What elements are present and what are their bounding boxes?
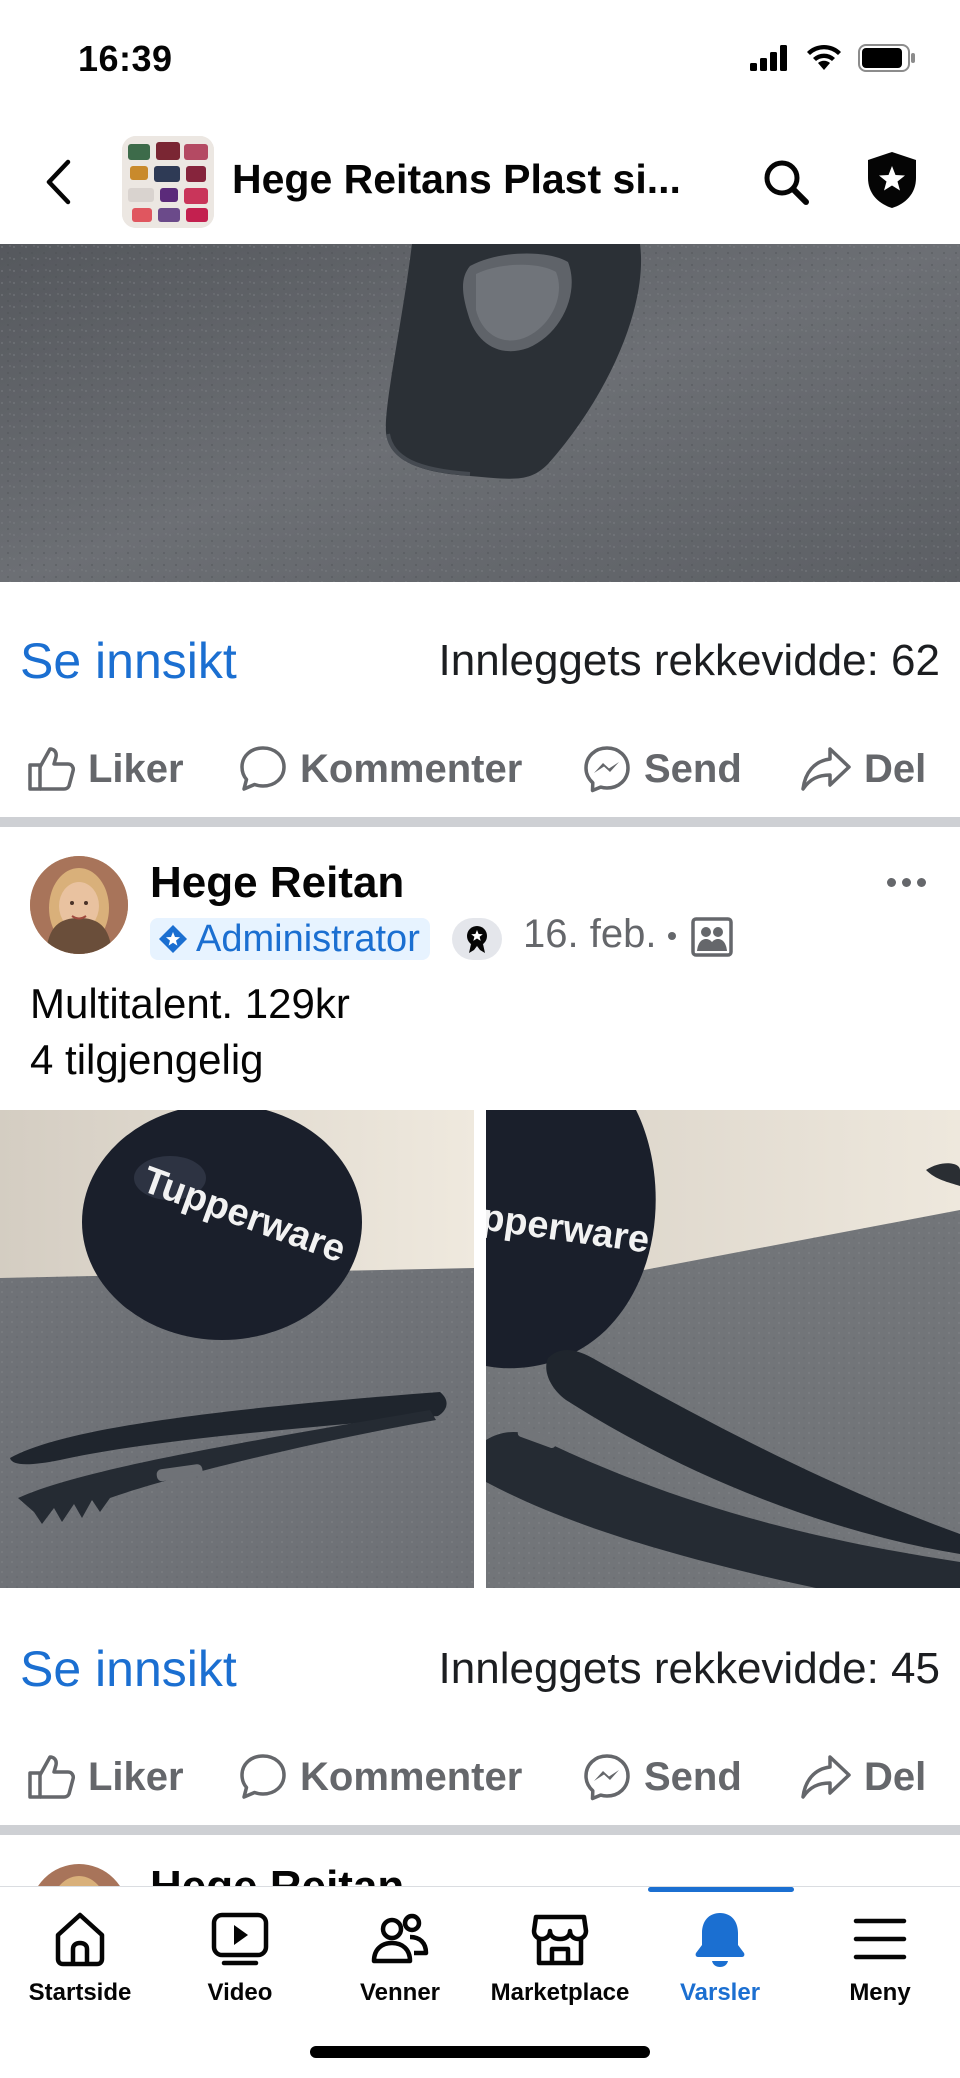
post-image-utensil-closeup[interactable] [0,244,960,582]
status-icons [750,44,916,72]
post2-photo-right[interactable]: pperware [486,1110,960,1588]
group-title[interactable]: Hege Reitans Plast si... [232,156,681,203]
post1-reach-text: Innleggets rekkevidde: 62 [438,636,940,685]
post-divider [0,1825,960,1835]
post2-action-row: Liker Kommenter Send Del [0,1739,960,1815]
back-chevron-icon [46,159,71,205]
like-thumb-icon [28,747,75,791]
group-audience-icon [691,917,733,957]
post2-comment-label: Kommenter [300,1754,523,1799]
post1-like-button[interactable]: Liker [26,731,184,807]
post2-comment-button[interactable]: Kommenter [238,1739,522,1815]
admin-badge-icon [159,925,187,953]
nav-item-video[interactable]: Video [160,1909,320,2029]
group-header: Hege Reitans Plast si... [0,120,960,244]
award-ribbon-icon [467,926,487,953]
post2-more-options-button[interactable] [882,866,930,898]
comment-bubble-icon [240,1754,286,1799]
nav-item-varsler[interactable]: Varsler [640,1909,800,2029]
post2-text-line1: Multitalent. 129kr [30,980,350,1027]
post1-send-button[interactable]: Send [582,731,742,807]
active-tab-indicator [648,1887,794,1892]
home-icon [55,1912,105,1967]
home-indicator[interactable] [310,2046,650,2058]
nav-label-startside: Startside [28,1979,132,2006]
more-dot [901,877,911,887]
messenger-icon [584,1754,630,1801]
messenger-icon [584,746,630,793]
wifi-icon [807,44,841,70]
admin-tools-button[interactable] [858,144,926,216]
share-arrow-icon [801,747,851,791]
post2-share-label: Del [864,1754,927,1799]
post1-see-insights-link[interactable]: Se innsikt [20,632,237,690]
search-button[interactable] [752,148,820,216]
post2-like-label: Liker [88,1754,184,1799]
comment-bubble-icon [240,746,286,791]
battery-icon [858,44,915,72]
post1-comment-label: Kommenter [300,746,523,791]
nav-item-marketplace[interactable]: Marketplace [480,1909,640,2029]
nav-item-startside[interactable]: Startside [0,1909,160,2029]
post1-share-label: Del [864,746,927,791]
post2-admin-badge-label: Administrator [196,917,420,960]
nav-item-venner[interactable]: Venner [320,1909,480,2029]
admin-shield-icon [868,152,916,208]
post-divider [0,817,960,827]
more-dot [916,877,926,887]
group-thumbnail[interactable] [122,136,214,228]
post2-date[interactable]: 16. feb. [523,912,656,957]
post2-like-button[interactable]: Liker [26,1739,184,1815]
like-thumb-icon [28,1755,75,1799]
nav-label-venner: Venner [359,1979,441,2006]
post2-text: Multitalent. 129kr 4 tilgjengelig [30,976,350,1088]
post1-share-button[interactable]: Del [800,731,926,807]
share-arrow-icon [801,1755,851,1799]
status-time: 16:39 [78,38,173,79]
post1-insight-row: Se innsikt Innleggets rekkevidde: 62 [0,618,960,708]
post2-reach-text: Innleggets rekkevidde: 45 [438,1644,940,1693]
post2-send-label: Send [644,1754,742,1799]
post2-photo-left[interactable]: Tupperware [0,1110,474,1588]
nav-label-marketplace: Marketplace [490,1979,630,2006]
video-icon [211,1912,269,1966]
nav-label-meny: Meny [849,1979,911,2006]
marketplace-icon [531,1914,589,1966]
post1-like-label: Liker [88,746,184,791]
date-separator-dot [668,932,676,940]
nav-label-video: Video [207,1979,273,2006]
post1-send-label: Send [644,746,742,791]
search-icon [764,160,809,205]
post2-insight-row: Se innsikt Innleggets rekkevidde: 45 [0,1626,960,1716]
post1-action-row: Liker Kommenter Send Del [0,731,960,807]
friends-icon [371,1913,429,1964]
nav-label-varsler: Varsler [679,1979,761,2006]
post2-award-badge[interactable] [452,918,502,960]
cellular-signal-icon [750,45,787,71]
post2-text-line2: 4 tilgjengelig [30,1036,264,1083]
post1-comment-button[interactable]: Kommenter [238,731,522,807]
post2-send-button[interactable]: Send [582,1739,742,1815]
status-bar: 16:39 [0,0,960,120]
post2-admin-badge: Administrator [150,918,430,960]
post2-see-insights-link[interactable]: Se innsikt [20,1640,237,1698]
menu-icon [853,1918,907,1960]
post2-share-button[interactable]: Del [800,1739,926,1815]
bell-icon [695,1913,745,1967]
nav-item-meny[interactable]: Meny [800,1909,960,2029]
post2-author-avatar[interactable] [30,856,128,954]
more-dot [886,877,896,887]
post2-author-name[interactable]: Hege Reitan [150,858,404,908]
back-button[interactable] [36,150,80,214]
